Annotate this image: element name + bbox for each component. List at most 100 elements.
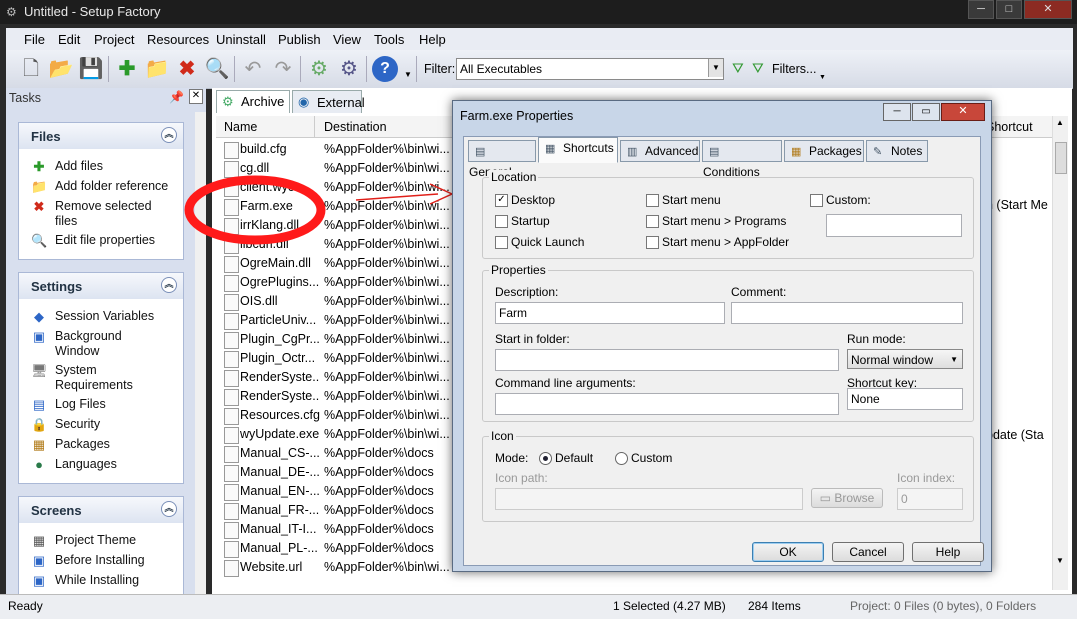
undo-icon[interactable]: ↶: [240, 56, 266, 82]
list-scrollbar[interactable]: ▲ ▼: [1052, 116, 1068, 590]
menu-file[interactable]: File: [24, 32, 45, 47]
custom-location-checkbox[interactable]: [810, 194, 823, 207]
column-name[interactable]: Name: [224, 120, 257, 134]
menu-tools[interactable]: Tools: [374, 32, 404, 47]
close-icon[interactable]: ✕: [189, 89, 203, 104]
redo-icon[interactable]: ↷: [270, 56, 296, 82]
add-folder-icon[interactable]: 📁: [144, 56, 170, 82]
files-panel-header[interactable]: Files ︽: [19, 123, 183, 149]
dialog-minimize-button[interactable]: ─: [883, 103, 911, 121]
pin-icon[interactable]: 📌: [169, 90, 184, 104]
chevron-down-icon[interactable]: ▼: [819, 74, 826, 81]
scroll-down-icon[interactable]: ▼: [1056, 556, 1064, 565]
file-name: Website.url: [240, 560, 303, 574]
filters-button[interactable]: Filters...: [772, 62, 816, 76]
screens-panel-header[interactable]: Screens ︽: [19, 497, 183, 523]
table-row[interactable]: Plugin_Octr... %AppFolder%\bin\wi...: [222, 349, 452, 368]
dialog-maximize-button[interactable]: ▭: [912, 103, 940, 121]
table-row[interactable]: Plugin_CgPr... %AppFolder%\bin\wi...: [222, 330, 452, 349]
tab-notes[interactable]: ✎ Notes: [866, 140, 928, 162]
table-row[interactable]: build.cfg %AppFolder%\bin\wi...: [222, 140, 452, 159]
table-row[interactable]: OIS.dll %AppFolder%\bin\wi...: [222, 292, 452, 311]
help-button[interactable]: Help: [912, 542, 984, 562]
menu-view[interactable]: View: [333, 32, 361, 47]
shortcut-key-input[interactable]: None: [847, 388, 963, 410]
table-row[interactable]: Manual_EN-... %AppFolder%\docs: [222, 482, 452, 501]
filter-funnel-icon[interactable]: ⛛: [732, 60, 744, 77]
settings-gear-icon[interactable]: ⚙: [336, 56, 362, 82]
menu-edit[interactable]: Edit: [58, 32, 80, 47]
search-icon[interactable]: 🔍: [204, 56, 230, 82]
table-row[interactable]: Manual_PL-... %AppFolder%\docs: [222, 539, 452, 558]
maximize-button[interactable]: □: [996, 0, 1022, 19]
help-icon[interactable]: ?: [372, 56, 398, 82]
new-document-icon[interactable]: 🗋: [18, 56, 44, 82]
menu-resources[interactable]: Resources: [147, 32, 209, 47]
build-icon[interactable]: ⚙: [306, 56, 332, 82]
table-row[interactable]: ParticleUniv... %AppFolder%\bin\wi...: [222, 311, 452, 330]
comment-input[interactable]: [731, 302, 963, 324]
collapse-icon[interactable]: ︽: [161, 127, 177, 143]
table-row[interactable]: RenderSyste... %AppFolder%\bin\wi...: [222, 368, 452, 387]
icon-index-input[interactable]: 0: [897, 488, 963, 510]
table-row[interactable]: OgreMain.dll %AppFolder%\bin\wi...: [222, 254, 452, 273]
desktop-checkbox[interactable]: ✓: [495, 194, 508, 207]
settings-panel-header[interactable]: Settings ︽: [19, 273, 183, 299]
icon-custom-radio[interactable]: [615, 452, 628, 465]
collapse-icon[interactable]: ︽: [161, 277, 177, 293]
table-row[interactable]: OgrePlugins... %AppFolder%\bin\wi...: [222, 273, 452, 292]
file-destination: %AppFolder%\docs: [324, 522, 434, 536]
scroll-up-icon[interactable]: ▲: [1056, 118, 1064, 127]
table-row[interactable]: Manual_DE-... %AppFolder%\docs: [222, 463, 452, 482]
file-name: build.cfg: [240, 142, 287, 156]
start-in-folder-input[interactable]: [495, 349, 839, 371]
chevron-down-icon[interactable]: ▼: [404, 70, 412, 79]
tab-external[interactable]: ◉ External: [292, 90, 365, 113]
save-icon[interactable]: 💾: [78, 56, 104, 82]
add-icon[interactable]: ✚: [114, 56, 140, 82]
cancel-button[interactable]: Cancel: [832, 542, 904, 562]
table-row[interactable]: Website.url %AppFolder%\bin\wi...: [222, 558, 452, 577]
table-row[interactable]: Manual_FR-... %AppFolder%\docs: [222, 501, 452, 520]
start-menu-appfolder-checkbox[interactable]: [646, 236, 659, 249]
column-shortcut[interactable]: Shortcut: [986, 120, 1033, 134]
icon-path-input[interactable]: [495, 488, 803, 510]
menu-publish[interactable]: Publish: [278, 32, 321, 47]
table-row[interactable]: Resources.cfg %AppFolder%\bin\wi...: [222, 406, 452, 425]
table-row[interactable]: Manual_CS-... %AppFolder%\docs: [222, 444, 452, 463]
run-mode-select[interactable]: Normal window ▼: [847, 349, 963, 369]
command-line-input[interactable]: [495, 393, 839, 415]
menu-uninstall[interactable]: Uninstall: [216, 32, 266, 47]
custom-location-input[interactable]: [826, 214, 962, 237]
open-folder-icon[interactable]: 📂: [48, 56, 74, 82]
quick-launch-checkbox[interactable]: [495, 236, 508, 249]
dialog-close-button[interactable]: ✕: [941, 103, 985, 121]
table-row[interactable]: wyUpdate.exe %AppFolder%\bin\wi...: [222, 425, 452, 444]
ok-button[interactable]: OK: [752, 542, 824, 562]
table-row[interactable]: Manual_IT-I... %AppFolder%\docs: [222, 520, 452, 539]
chevron-down-icon[interactable]: ▼: [708, 59, 723, 77]
filter-select[interactable]: All Executables ▼: [456, 58, 724, 80]
tab-conditions[interactable]: ▤Conditions: [702, 140, 782, 179]
tab-packages[interactable]: ▦ Packages: [784, 140, 864, 162]
tab-shortcuts[interactable]: ▦ Shortcuts: [538, 137, 618, 163]
tab-general[interactable]: ▤General: [468, 140, 536, 179]
tab-archive[interactable]: ⚙ Archive: [216, 90, 290, 113]
table-row[interactable]: RenderSyste... %AppFolder%\bin\wi...: [222, 387, 452, 406]
tab-advanced[interactable]: ▥ Advanced: [620, 140, 700, 162]
start-menu-programs-checkbox[interactable]: [646, 215, 659, 228]
menu-help[interactable]: Help: [419, 32, 446, 47]
startup-checkbox[interactable]: [495, 215, 508, 228]
column-destination[interactable]: Destination: [324, 120, 387, 134]
chevron-down-icon: ▼: [950, 355, 958, 364]
minimize-button[interactable]: ─: [968, 0, 994, 19]
delete-icon[interactable]: ✖: [174, 56, 200, 82]
collapse-icon[interactable]: ︽: [161, 501, 177, 517]
icon-default-radio[interactable]: [539, 452, 552, 465]
close-button[interactable]: ✕: [1024, 0, 1072, 19]
start-menu-checkbox[interactable]: [646, 194, 659, 207]
status-ready: Ready: [8, 599, 43, 613]
description-input[interactable]: Farm: [495, 302, 725, 324]
menu-project[interactable]: Project: [94, 32, 134, 47]
browse-button[interactable]: ▭ Browse: [811, 488, 883, 508]
